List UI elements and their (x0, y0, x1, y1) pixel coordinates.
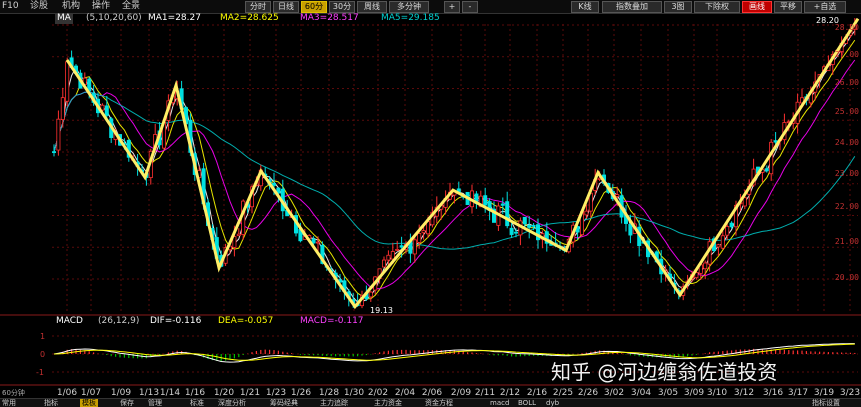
time-tick: 2/06 (421, 388, 443, 398)
time-tick: 1/07 (80, 388, 102, 398)
time-tick: 1/20 (213, 388, 235, 398)
time-tick: 1/09 (110, 388, 132, 398)
time-tick: 1/30 (343, 388, 365, 398)
time-tick: 1/06 (56, 388, 78, 398)
time-tick: 1/23 (265, 388, 287, 398)
time-tick: 3/05 (657, 388, 679, 398)
time-tick: 3/09 (683, 388, 705, 398)
time-tick: 3/23 (839, 388, 861, 398)
time-tick: 3/10 (706, 388, 728, 398)
time-tick: 3/12 (733, 388, 755, 398)
time-tick: 1/16 (184, 388, 206, 398)
period-label: 60分钟 (2, 389, 25, 397)
time-tick: 2/16 (526, 388, 548, 398)
time-tick: 3/19 (813, 388, 835, 398)
time-tick: 2/04 (394, 388, 416, 398)
time-tick: 2/11 (474, 388, 496, 398)
time-tick: 3/02 (603, 388, 625, 398)
time-tick: 1/14 (159, 388, 181, 398)
time-tick: 1/28 (318, 388, 340, 398)
time-tick: 2/26 (577, 388, 599, 398)
time-tick: 1/13 (138, 388, 160, 398)
time-tick: 2/25 (552, 388, 574, 398)
time-tick: 3/04 (630, 388, 652, 398)
time-tick: 3/17 (787, 388, 809, 398)
time-tick: 1/26 (290, 388, 312, 398)
time-tick: 1/21 (239, 388, 261, 398)
time-axis: 1/06 1/07 1/09 1/13 1/14 1/16 1/20 1/21 1/23 1/26… (0, 0, 861, 398)
time-tick: 3/16 (762, 388, 784, 398)
time-tick: 2/09 (450, 388, 472, 398)
time-tick: 2/02 (367, 388, 389, 398)
time-tick: 2/12 (499, 388, 521, 398)
watermark-text: 知乎 @河边缠翁佐道投资 (551, 360, 778, 384)
